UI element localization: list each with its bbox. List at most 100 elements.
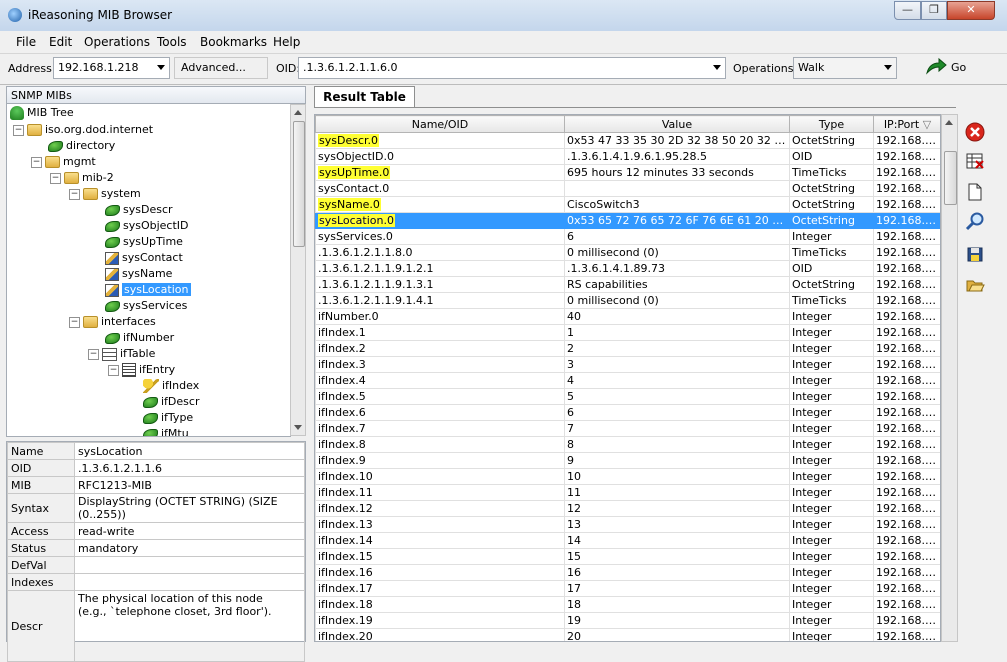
menu-file[interactable]: File	[16, 35, 36, 49]
close-button[interactable]: ✕	[947, 1, 995, 20]
result-scroll-thumb[interactable]	[944, 151, 957, 205]
table-row[interactable]: ifIndex.1111Integer192.168.1.218:161	[315, 484, 940, 501]
table-row[interactable]: ifIndex.88Integer192.168.1.218:161	[315, 436, 940, 453]
table-row[interactable]: ifIndex.1616Integer192.168.1.218:161	[315, 564, 940, 581]
cell-ip: 192.168.1.218:161	[873, 308, 940, 325]
table-row[interactable]: ifIndex.1212Integer192.168.1.218:161	[315, 500, 940, 517]
table-row[interactable]: ifIndex.33Integer192.168.1.218:161	[315, 356, 940, 373]
save-icon[interactable]	[965, 244, 985, 264]
document-icon[interactable]	[965, 182, 985, 202]
tree-scrollbar[interactable]	[290, 104, 306, 436]
tree-node-ifmtu[interactable]: ifMtu	[143, 426, 189, 436]
menu-tools[interactable]: Tools	[157, 35, 187, 49]
table-row[interactable]: ifIndex.22Integer192.168.1.218:161	[315, 340, 940, 357]
col-ip-port[interactable]: IP:Port ▽	[873, 115, 940, 133]
table-row[interactable]: .1.3.6.1.2.1.1.9.1.3.1 RS capabilities Oct…	[315, 276, 940, 293]
scroll-up-icon[interactable]	[294, 110, 302, 115]
table-row[interactable]: ifIndex.1010Integer192.168.1.218:161	[315, 468, 940, 485]
tree-node-ifindex[interactable]: ifIndex	[143, 378, 199, 394]
collapse-icon[interactable]: −	[69, 188, 80, 200]
tree-node-mib-tree[interactable]: MIB Tree	[10, 105, 74, 121]
table-row[interactable]: sysObjectID.0.1.3.6.1.4.1.9.6.1.95.28.5 O…	[315, 148, 940, 165]
scroll-down-icon[interactable]	[294, 425, 302, 430]
maximize-button[interactable]: ❐	[921, 1, 947, 20]
collapse-icon[interactable]: −	[108, 364, 119, 376]
col-name-oid[interactable]: Name/OID	[315, 115, 565, 133]
tree-node-ifnumber[interactable]: ifNumber	[105, 330, 174, 346]
table-row[interactable]: ifIndex.44Integer192.168.1.218:161	[315, 372, 940, 389]
col-value[interactable]: Value	[564, 115, 790, 133]
table-row[interactable]: sysDescr.0 0x53 47 33 35 30 2D 32 38 50 2…	[315, 132, 940, 149]
operations-select[interactable]: Walk	[793, 57, 897, 79]
tree-node-mib-2[interactable]: − mib-2	[50, 170, 114, 186]
tree-node-directory[interactable]: directory	[48, 138, 115, 154]
tree-node-syscontact[interactable]: sysContact	[105, 250, 183, 266]
scroll-up-icon[interactable]	[945, 120, 953, 125]
oid-combo[interactable]: .1.3.6.1.2.1.1.6.0	[298, 57, 726, 79]
menu-edit[interactable]: Edit	[49, 35, 72, 49]
col-type[interactable]: Type	[789, 115, 874, 133]
tree-node-system[interactable]: − system	[69, 186, 141, 202]
tree-node-sysuptime[interactable]: sysUpTime	[105, 234, 183, 250]
clear-table-icon[interactable]	[965, 151, 985, 171]
open-folder-icon[interactable]	[965, 275, 985, 295]
tree-node-interfaces[interactable]: − interfaces	[69, 314, 156, 330]
table-row[interactable]: sysServices.06Integer192.168.1.218:161	[315, 228, 940, 245]
chevron-down-icon[interactable]	[884, 65, 892, 70]
minimize-button[interactable]: —	[894, 1, 921, 20]
collapse-icon[interactable]: −	[31, 156, 42, 168]
mib-tree[interactable]: MIB Tree − iso.org.dod.internet directory…	[6, 104, 291, 437]
collapse-icon[interactable]: −	[50, 172, 61, 184]
tab-result-table[interactable]: Result Table	[314, 86, 415, 108]
table-row[interactable]: ifNumber.040Integer192.168.1.218:161	[315, 308, 940, 325]
table-row[interactable]: ifIndex.1717Integer192.168.1.218:161	[315, 580, 940, 597]
table-row[interactable]: sysContact.0 OctetString192.168.1.218:161	[315, 180, 940, 197]
table-row[interactable]: ifIndex.11Integer192.168.1.218:161	[315, 324, 940, 341]
advanced-button[interactable]: Advanced...	[174, 57, 268, 79]
result-table[interactable]: Name/OID Value Type IP:Port ▽ sysDescr.0…	[314, 114, 941, 642]
go-button[interactable]: Go	[925, 57, 973, 79]
table-row[interactable]: ifIndex.1414Integer192.168.1.218:161	[315, 532, 940, 549]
table-row[interactable]: .1.3.6.1.2.1.1.9.1.4.1 0 millisecond (0) T…	[315, 292, 940, 309]
address-combo[interactable]: 192.168.1.218	[53, 57, 170, 79]
tree-node-sysname[interactable]: sysName	[105, 266, 172, 282]
result-scrollbar[interactable]	[941, 114, 958, 642]
table-row[interactable]: ifIndex.1818Integer192.168.1.218:161	[315, 596, 940, 613]
tree-node-sysservices[interactable]: sysServices	[105, 298, 187, 314]
table-row[interactable]: sysName.0 CiscoSwitch3 OctetString 192.168.…	[315, 196, 940, 213]
stop-icon[interactable]	[965, 122, 985, 142]
menu-bookmarks[interactable]: Bookmarks	[200, 35, 267, 49]
cell-type: OctetString	[789, 212, 874, 229]
collapse-icon[interactable]: −	[69, 316, 80, 328]
table-row[interactable]: sysUpTime.0 695 hours 12 minutes 33 secon…	[315, 164, 940, 181]
tree-node-ifentry[interactable]: − ifEntry	[108, 362, 175, 378]
table-row[interactable]: ifIndex.2020Integer192.168.1.218:161	[315, 628, 940, 641]
tree-node-ifdescr[interactable]: ifDescr	[143, 394, 199, 410]
tree-scroll-thumb[interactable]	[293, 121, 305, 247]
tree-node-syslocation[interactable]: sysLocation	[105, 282, 191, 298]
tree-node-iso[interactable]: − iso.org.dod.internet	[13, 122, 153, 138]
collapse-icon[interactable]: −	[13, 124, 24, 136]
chevron-down-icon[interactable]	[713, 65, 721, 70]
tree-node-sysobjectid[interactable]: sysObjectID	[105, 218, 189, 234]
table-row[interactable]: .1.3.6.1.2.1.1.8.0 0 millisecond (0) TimeT…	[315, 244, 940, 261]
tree-node-sysdescr[interactable]: sysDescr	[105, 202, 173, 218]
table-row[interactable]: sysLocation.0 0x53 65 72 76 65 72 6F 76 6…	[315, 212, 940, 229]
collapse-icon[interactable]: −	[88, 348, 99, 360]
tree-node-iftype[interactable]: ifType	[143, 410, 193, 426]
table-row[interactable]: ifIndex.66Integer192.168.1.218:161	[315, 404, 940, 421]
table-row[interactable]: ifIndex.77Integer192.168.1.218:161	[315, 420, 940, 437]
menu-help[interactable]: Help	[273, 35, 300, 49]
tree-node-label: ifTable	[120, 347, 156, 360]
table-row[interactable]: ifIndex.1313Integer192.168.1.218:161	[315, 516, 940, 533]
table-row[interactable]: ifIndex.99Integer192.168.1.218:161	[315, 452, 940, 469]
table-row[interactable]: ifIndex.1515Integer192.168.1.218:161	[315, 548, 940, 565]
tree-node-mgmt[interactable]: − mgmt	[31, 154, 96, 170]
menu-operations[interactable]: Operations	[84, 35, 150, 49]
tree-node-iftable[interactable]: − ifTable	[88, 346, 155, 362]
find-icon[interactable]	[965, 211, 985, 231]
table-row[interactable]: ifIndex.55Integer192.168.1.218:161	[315, 388, 940, 405]
table-row[interactable]: .1.3.6.1.2.1.1.9.1.2.1.1.3.6.1.4.1.89.73…	[315, 260, 940, 277]
chevron-down-icon[interactable]	[157, 65, 165, 70]
table-row[interactable]: ifIndex.1919Integer192.168.1.218:161	[315, 612, 940, 629]
